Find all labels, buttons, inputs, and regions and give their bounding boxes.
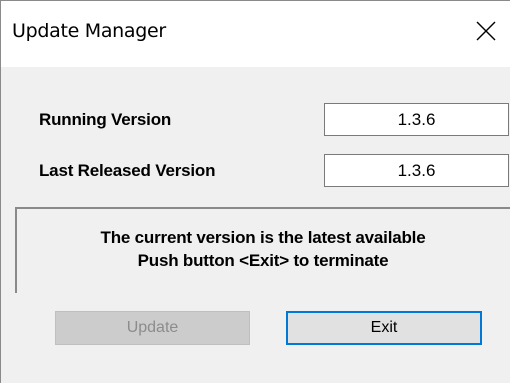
close-icon[interactable] (475, 20, 497, 42)
window-title: Update Manager (12, 20, 166, 42)
update-button[interactable]: Update (55, 311, 250, 345)
exit-button[interactable]: Exit (286, 311, 482, 345)
title-bar: Update Manager (1, 1, 510, 67)
update-manager-window: Update Manager Running Version 1.3.6 Las… (0, 0, 510, 383)
last-released-version-field: 1.3.6 (324, 154, 509, 187)
status-message-line-1: The current version is the latest availa… (100, 228, 426, 247)
running-version-field: 1.3.6 (324, 103, 509, 136)
status-message-box: The current version is the latest availa… (15, 207, 510, 293)
last-released-version-label: Last Released Version (39, 161, 216, 180)
status-message-line-2: Push button <Exit> to terminate (137, 251, 389, 270)
running-version-label: Running Version (39, 110, 172, 129)
